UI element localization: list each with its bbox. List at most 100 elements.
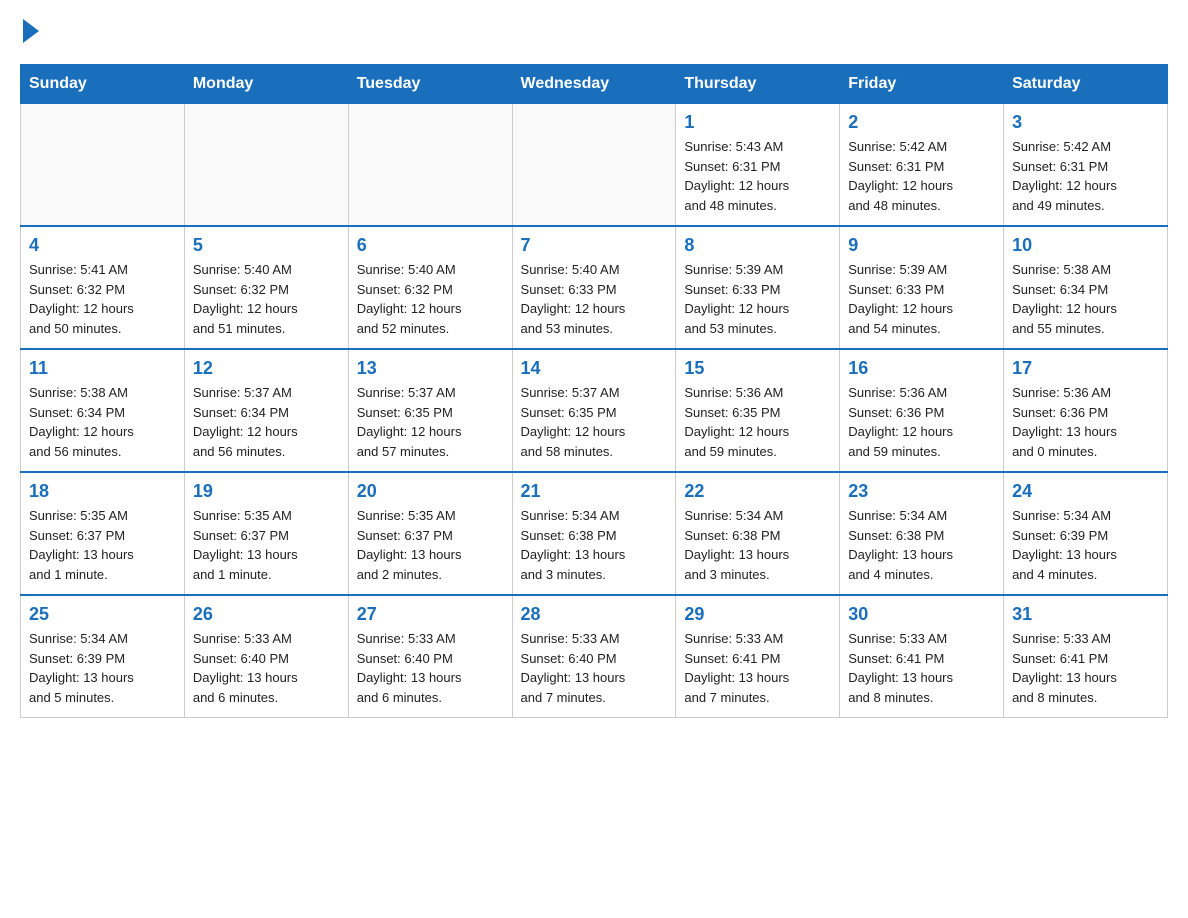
calendar-cell: 20 Sunrise: 5:35 AMSunset: 6:37 PMDayligh… — [348, 472, 512, 595]
header-wednesday: Wednesday — [512, 65, 676, 104]
day-number: 19 — [193, 481, 340, 502]
day-info: Sunrise: 5:36 AMSunset: 6:36 PMDaylight:… — [1012, 383, 1159, 461]
calendar-cell: 4Sunrise: 5:41 AMSunset: 6:32 PMDaylight… — [21, 226, 185, 349]
day-number: 13 — [357, 358, 504, 379]
calendar-cell: 8 Sunrise: 5:39 AMSunset: 6:33 PMDaylight… — [676, 226, 840, 349]
day-number: 30 — [848, 604, 995, 625]
calendar-cell: 24Sunrise: 5:34 AMSunset: 6:39 PMDayligh… — [1004, 472, 1168, 595]
weekday-header-row: Sunday Monday Tuesday Wednesday Thursday… — [21, 65, 1168, 104]
day-number: 21 — [521, 481, 668, 502]
day-number: 17 — [1012, 358, 1159, 379]
day-info: Sunrise: 5:37 AMSunset: 6:35 PMDaylight:… — [357, 383, 504, 461]
calendar-cell: 10 Sunrise: 5:38 AMSunset: 6:34 PMDayligh… — [1004, 226, 1168, 349]
calendar-cell: 26 Sunrise: 5:33 AMSunset: 6:40 PMDayligh… — [184, 595, 348, 718]
calendar-cell: 15 Sunrise: 5:36 AMSunset: 6:35 PMDayligh… — [676, 349, 840, 472]
day-info: Sunrise: 5:37 AMSunset: 6:35 PMDaylight:… — [521, 383, 668, 461]
header-monday: Monday — [184, 65, 348, 104]
header-thursday: Thursday — [676, 65, 840, 104]
day-info: Sunrise: 5:33 AMSunset: 6:41 PMDaylight:… — [848, 629, 995, 707]
day-number: 23 — [848, 481, 995, 502]
day-info: Sunrise: 5:40 AMSunset: 6:32 PMDaylight:… — [357, 260, 504, 338]
calendar-cell — [21, 104, 185, 227]
calendar-cell: 6 Sunrise: 5:40 AMSunset: 6:32 PMDaylight… — [348, 226, 512, 349]
day-info: Sunrise: 5:42 AMSunset: 6:31 PMDaylight:… — [848, 137, 995, 215]
day-info: Sunrise: 5:43 AMSunset: 6:31 PMDaylight:… — [684, 137, 831, 215]
page-header — [20, 20, 1168, 44]
day-info: Sunrise: 5:33 AMSunset: 6:41 PMDaylight:… — [1012, 629, 1159, 707]
day-info: Sunrise: 5:39 AMSunset: 6:33 PMDaylight:… — [684, 260, 831, 338]
day-number: 5 — [193, 235, 340, 256]
calendar-cell: 14 Sunrise: 5:37 AMSunset: 6:35 PMDayligh… — [512, 349, 676, 472]
day-number: 14 — [521, 358, 668, 379]
calendar-cell — [184, 104, 348, 227]
day-number: 1 — [684, 112, 831, 133]
calendar-cell: 5 Sunrise: 5:40 AMSunset: 6:32 PMDaylight… — [184, 226, 348, 349]
day-info: Sunrise: 5:35 AMSunset: 6:37 PMDaylight:… — [357, 506, 504, 584]
day-number: 20 — [357, 481, 504, 502]
logo-arrow-icon — [23, 19, 39, 43]
day-number: 3 — [1012, 112, 1159, 133]
calendar-cell: 12Sunrise: 5:37 AMSunset: 6:34 PMDayligh… — [184, 349, 348, 472]
calendar-table: Sunday Monday Tuesday Wednesday Thursday… — [20, 64, 1168, 718]
day-info: Sunrise: 5:34 AMSunset: 6:38 PMDaylight:… — [521, 506, 668, 584]
calendar-cell: 23 Sunrise: 5:34 AMSunset: 6:38 PMDayligh… — [840, 472, 1004, 595]
day-number: 27 — [357, 604, 504, 625]
day-number: 2 — [848, 112, 995, 133]
day-number: 26 — [193, 604, 340, 625]
day-number: 28 — [521, 604, 668, 625]
day-info: Sunrise: 5:36 AMSunset: 6:36 PMDaylight:… — [848, 383, 995, 461]
calendar-cell: 18 Sunrise: 5:35 AMSunset: 6:37 PMDayligh… — [21, 472, 185, 595]
calendar-cell: 28 Sunrise: 5:33 AMSunset: 6:40 PMDayligh… — [512, 595, 676, 718]
calendar-cell: 9 Sunrise: 5:39 AMSunset: 6:33 PMDaylight… — [840, 226, 1004, 349]
calendar-cell: 21 Sunrise: 5:34 AMSunset: 6:38 PMDayligh… — [512, 472, 676, 595]
calendar-cell: 29Sunrise: 5:33 AMSunset: 6:41 PMDayligh… — [676, 595, 840, 718]
day-number: 18 — [29, 481, 176, 502]
calendar-cell: 17 Sunrise: 5:36 AMSunset: 6:36 PMDayligh… — [1004, 349, 1168, 472]
calendar-cell: 13 Sunrise: 5:37 AMSunset: 6:35 PMDayligh… — [348, 349, 512, 472]
day-number: 31 — [1012, 604, 1159, 625]
day-number: 8 — [684, 235, 831, 256]
logo — [20, 20, 39, 44]
calendar-cell: 3 Sunrise: 5:42 AMSunset: 6:31 PMDaylight… — [1004, 104, 1168, 227]
calendar-cell — [348, 104, 512, 227]
day-number: 24 — [1012, 481, 1159, 502]
calendar-cell: 19 Sunrise: 5:35 AMSunset: 6:37 PMDayligh… — [184, 472, 348, 595]
day-info: Sunrise: 5:35 AMSunset: 6:37 PMDaylight:… — [193, 506, 340, 584]
calendar-cell: 22 Sunrise: 5:34 AMSunset: 6:38 PMDayligh… — [676, 472, 840, 595]
day-info: Sunrise: 5:35 AMSunset: 6:37 PMDaylight:… — [29, 506, 176, 584]
day-number: 10 — [1012, 235, 1159, 256]
calendar-cell: 30 Sunrise: 5:33 AMSunset: 6:41 PMDayligh… — [840, 595, 1004, 718]
calendar-cell: 2 Sunrise: 5:42 AMSunset: 6:31 PMDaylight… — [840, 104, 1004, 227]
header-friday: Friday — [840, 65, 1004, 104]
day-info: Sunrise: 5:38 AMSunset: 6:34 PMDaylight:… — [29, 383, 176, 461]
day-info: Sunrise: 5:37 AMSunset: 6:34 PMDaylight:… — [193, 383, 340, 461]
day-number: 9 — [848, 235, 995, 256]
day-info: Sunrise: 5:34 AMSunset: 6:38 PMDaylight:… — [684, 506, 831, 584]
calendar-cell: 16 Sunrise: 5:36 AMSunset: 6:36 PMDayligh… — [840, 349, 1004, 472]
day-info: Sunrise: 5:33 AMSunset: 6:40 PMDaylight:… — [357, 629, 504, 707]
calendar-cell: 7Sunrise: 5:40 AMSunset: 6:33 PMDaylight… — [512, 226, 676, 349]
day-info: Sunrise: 5:34 AMSunset: 6:38 PMDaylight:… — [848, 506, 995, 584]
day-info: Sunrise: 5:42 AMSunset: 6:31 PMDaylight:… — [1012, 137, 1159, 215]
day-number: 25 — [29, 604, 176, 625]
day-number: 6 — [357, 235, 504, 256]
day-number: 16 — [848, 358, 995, 379]
calendar-cell: 1 Sunrise: 5:43 AMSunset: 6:31 PMDaylight… — [676, 104, 840, 227]
calendar-cell: 27 Sunrise: 5:33 AMSunset: 6:40 PMDayligh… — [348, 595, 512, 718]
day-info: Sunrise: 5:33 AMSunset: 6:40 PMDaylight:… — [193, 629, 340, 707]
day-info: Sunrise: 5:38 AMSunset: 6:34 PMDaylight:… — [1012, 260, 1159, 338]
day-number: 15 — [684, 358, 831, 379]
header-sunday: Sunday — [21, 65, 185, 104]
day-info: Sunrise: 5:40 AMSunset: 6:32 PMDaylight:… — [193, 260, 340, 338]
day-info: Sunrise: 5:33 AMSunset: 6:40 PMDaylight:… — [521, 629, 668, 707]
calendar-cell: 11Sunrise: 5:38 AMSunset: 6:34 PMDayligh… — [21, 349, 185, 472]
day-info: Sunrise: 5:39 AMSunset: 6:33 PMDaylight:… — [848, 260, 995, 338]
day-info: Sunrise: 5:36 AMSunset: 6:35 PMDaylight:… — [684, 383, 831, 461]
day-number: 7 — [521, 235, 668, 256]
day-number: 22 — [684, 481, 831, 502]
calendar-cell: 25 Sunrise: 5:34 AMSunset: 6:39 PMDayligh… — [21, 595, 185, 718]
calendar-cell: 31 Sunrise: 5:33 AMSunset: 6:41 PMDayligh… — [1004, 595, 1168, 718]
day-info: Sunrise: 5:41 AMSunset: 6:32 PMDaylight:… — [29, 260, 176, 338]
header-tuesday: Tuesday — [348, 65, 512, 104]
day-info: Sunrise: 5:34 AMSunset: 6:39 PMDaylight:… — [29, 629, 176, 707]
